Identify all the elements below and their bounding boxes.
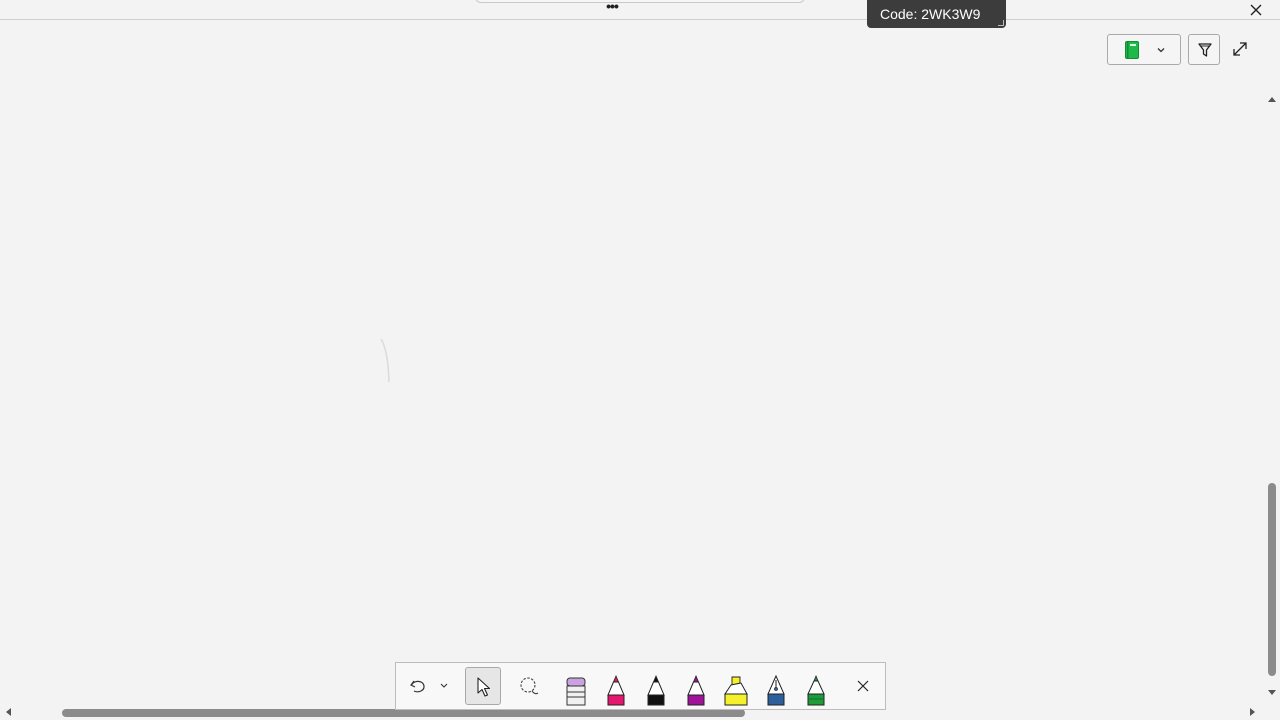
- fountain-pen-icon: [767, 675, 785, 706]
- cursor-arrow-icon: [477, 677, 491, 697]
- session-code-text: Code: 2WK3W9: [880, 6, 981, 22]
- horizontal-scroll-thumb[interactable]: [62, 709, 745, 717]
- fountain-pen-blue-button[interactable]: [763, 663, 789, 709]
- close-window-button[interactable]: [1246, 1, 1266, 19]
- vertical-scroll-thumb[interactable]: [1268, 483, 1276, 676]
- pen-icon: [647, 675, 665, 706]
- eraser-icon: [566, 677, 586, 706]
- drawing-toolbar: [395, 662, 886, 710]
- pen-icon: [687, 675, 705, 706]
- vertical-scrollbar[interactable]: [1264, 90, 1280, 704]
- resize-grip-icon: [998, 20, 1004, 26]
- close-toolbar-button[interactable]: [852, 663, 874, 709]
- pen-purple-button[interactable]: [683, 663, 709, 709]
- close-icon: [1250, 4, 1262, 16]
- undo-icon: [410, 680, 425, 693]
- pen-icon: [607, 675, 625, 706]
- expand-diagonal-icon: [1233, 42, 1247, 56]
- undo-button[interactable]: [404, 663, 430, 709]
- more-options-button[interactable]: •••: [600, 0, 624, 15]
- undo-history-dropdown[interactable]: [436, 663, 452, 709]
- title-tab[interactable]: [475, 0, 805, 3]
- notebook-icon: [1125, 41, 1139, 59]
- highlighter-icon: [724, 676, 748, 706]
- notebook-picker[interactable]: [1107, 34, 1181, 65]
- expand-button[interactable]: [1231, 40, 1249, 58]
- session-code-badge: Code: 2WK3W9: [867, 0, 1006, 28]
- filter-button[interactable]: [1188, 34, 1220, 65]
- ink-stroke[interactable]: [378, 336, 394, 386]
- scroll-left-arrow-icon[interactable]: [3, 707, 13, 717]
- filter-funnel-icon: [1198, 43, 1212, 57]
- scroll-up-arrow-icon[interactable]: [1267, 94, 1277, 104]
- pencil-green-button[interactable]: [803, 663, 829, 709]
- pen-pink-button[interactable]: [603, 663, 629, 709]
- eraser-tool-button[interactable]: [563, 663, 589, 709]
- lasso-select-button[interactable]: [514, 663, 544, 709]
- pen-black-button[interactable]: [643, 663, 669, 709]
- highlighter-yellow-button[interactable]: [723, 663, 749, 709]
- scroll-right-arrow-icon[interactable]: [1248, 707, 1258, 717]
- chevron-down-icon: [440, 683, 448, 688]
- close-icon: [857, 680, 869, 692]
- lasso-select-icon: [520, 677, 539, 695]
- pencil-icon: [807, 675, 825, 706]
- scroll-down-arrow-icon[interactable]: [1267, 688, 1277, 698]
- chevron-down-icon: [1157, 48, 1165, 53]
- top-bar: •••: [0, 0, 1280, 20]
- select-tool-button[interactable]: [465, 667, 501, 705]
